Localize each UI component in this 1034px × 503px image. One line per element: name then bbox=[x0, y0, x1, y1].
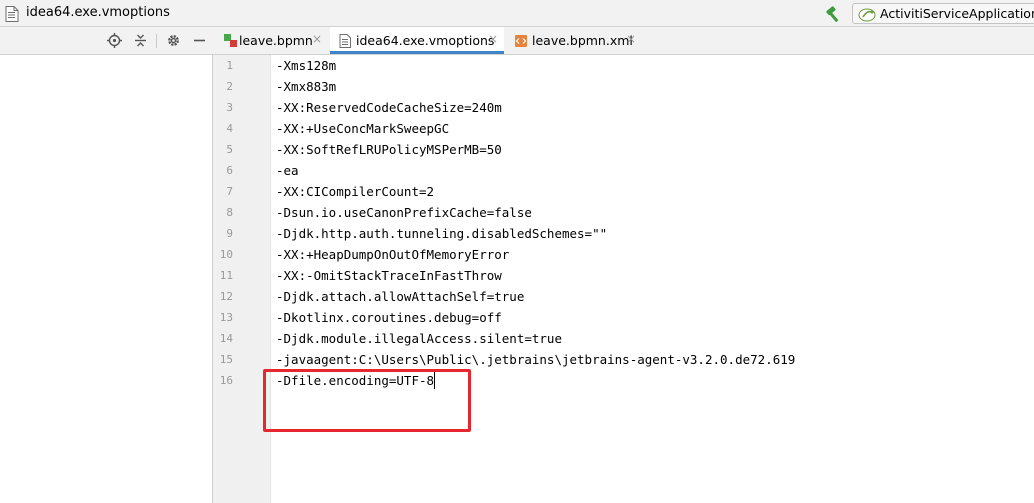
bpmn-file-icon bbox=[224, 34, 237, 50]
tab-label: leave.bpmn bbox=[239, 33, 313, 48]
code-line[interactable]: -XX:-OmitStackTraceInFastThrow bbox=[276, 265, 502, 286]
line-number-gutter[interactable]: 1 2 3 4 5 6 7 8 9 10 11 12 13 14 15 16 bbox=[213, 55, 271, 503]
locate-icon[interactable] bbox=[107, 33, 122, 52]
line-number: 3 bbox=[226, 101, 233, 114]
spring-boot-icon bbox=[858, 7, 876, 26]
line-number: 11 bbox=[219, 269, 233, 282]
line-number: 7 bbox=[226, 185, 233, 198]
tab-leave-bpmn[interactable]: leave.bpmn × bbox=[216, 27, 328, 54]
tab-label: leave.bpmn.xml bbox=[532, 33, 633, 48]
line-number: 12 bbox=[219, 290, 233, 303]
code-line[interactable]: -javaagent:C:\Users\Public\.jetbrains\je… bbox=[276, 349, 795, 370]
line-number: 14 bbox=[219, 332, 233, 345]
code-editor[interactable]: -Xms128m -Xmx883m -XX:ReservedCodeCacheSiz… bbox=[271, 55, 1034, 503]
code-line[interactable]: -Xms128m bbox=[276, 55, 336, 76]
line-number: 15 bbox=[219, 353, 233, 366]
tab-idea64-vmoptions[interactable]: idea64.exe.vmoptions × bbox=[330, 27, 504, 54]
code-line[interactable]: -Djdk.attach.allowAttachSelf=true bbox=[276, 286, 524, 307]
text-file-icon bbox=[5, 6, 19, 26]
settings-icon[interactable] bbox=[166, 33, 181, 52]
line-number: 16 bbox=[219, 374, 233, 387]
close-icon[interactable]: × bbox=[312, 32, 322, 46]
collapse-all-icon[interactable] bbox=[133, 33, 148, 52]
line-number: 2 bbox=[226, 80, 233, 93]
tab-label: idea64.exe.vmoptions bbox=[356, 33, 495, 48]
line-number: 4 bbox=[226, 122, 233, 135]
code-line[interactable]: -XX:+HeapDumpOnOutOfMemoryError bbox=[276, 244, 509, 265]
code-line[interactable]: -Dkotlinx.coroutines.debug=off bbox=[276, 307, 502, 328]
code-line[interactable]: -XX:CICompilerCount=2 bbox=[276, 181, 434, 202]
code-line[interactable]: -XX:+UseConcMarkSweepGC bbox=[276, 118, 449, 139]
run-configuration-label: ActivitiServiceApplication bbox=[880, 6, 1034, 21]
line-number: 8 bbox=[226, 206, 233, 219]
hide-panel-icon[interactable] bbox=[192, 33, 207, 52]
line-number: 10 bbox=[219, 248, 233, 261]
close-icon[interactable]: × bbox=[626, 32, 636, 46]
code-line[interactable]: -Xmx883m bbox=[276, 76, 336, 97]
toolbar-separator bbox=[156, 34, 157, 48]
line-number: 9 bbox=[226, 227, 233, 240]
tab-leave-bpmn-xml[interactable]: leave.bpmn.xml × bbox=[506, 27, 642, 54]
window-title: idea64.exe.vmoptions bbox=[26, 5, 170, 20]
line-number: 13 bbox=[219, 311, 233, 324]
project-tool-window[interactable] bbox=[0, 55, 213, 503]
text-file-icon bbox=[339, 34, 351, 51]
build-hammer-icon[interactable] bbox=[824, 5, 842, 27]
code-line[interactable]: -ea bbox=[276, 160, 299, 181]
code-line[interactable]: -Djdk.module.illegalAccess.silent=true bbox=[276, 328, 562, 349]
line-number: 5 bbox=[226, 143, 233, 156]
title-bar: idea64.exe.vmoptions ActivitiServiceAppl… bbox=[0, 0, 1034, 27]
line-number: 1 bbox=[226, 59, 233, 72]
code-line[interactable]: -Dsun.io.useCanonPrefixCache=false bbox=[276, 202, 532, 223]
code-line[interactable]: -Djdk.http.auth.tunneling.disabledScheme… bbox=[276, 223, 607, 244]
line-number: 6 bbox=[226, 164, 233, 177]
annotation-highlight-box bbox=[263, 369, 471, 432]
code-line[interactable]: -XX:SoftRefLRUPolicyMSPerMB=50 bbox=[276, 139, 502, 160]
close-icon[interactable]: × bbox=[488, 32, 498, 46]
xml-file-icon bbox=[514, 34, 528, 51]
code-line[interactable]: -XX:ReservedCodeCacheSize=240m bbox=[276, 97, 502, 118]
run-configuration-dropdown[interactable]: ActivitiServiceApplication bbox=[852, 3, 1034, 24]
editor-tab-bar: leave.bpmn × idea64.exe.vmoptions × leav… bbox=[0, 27, 1034, 55]
